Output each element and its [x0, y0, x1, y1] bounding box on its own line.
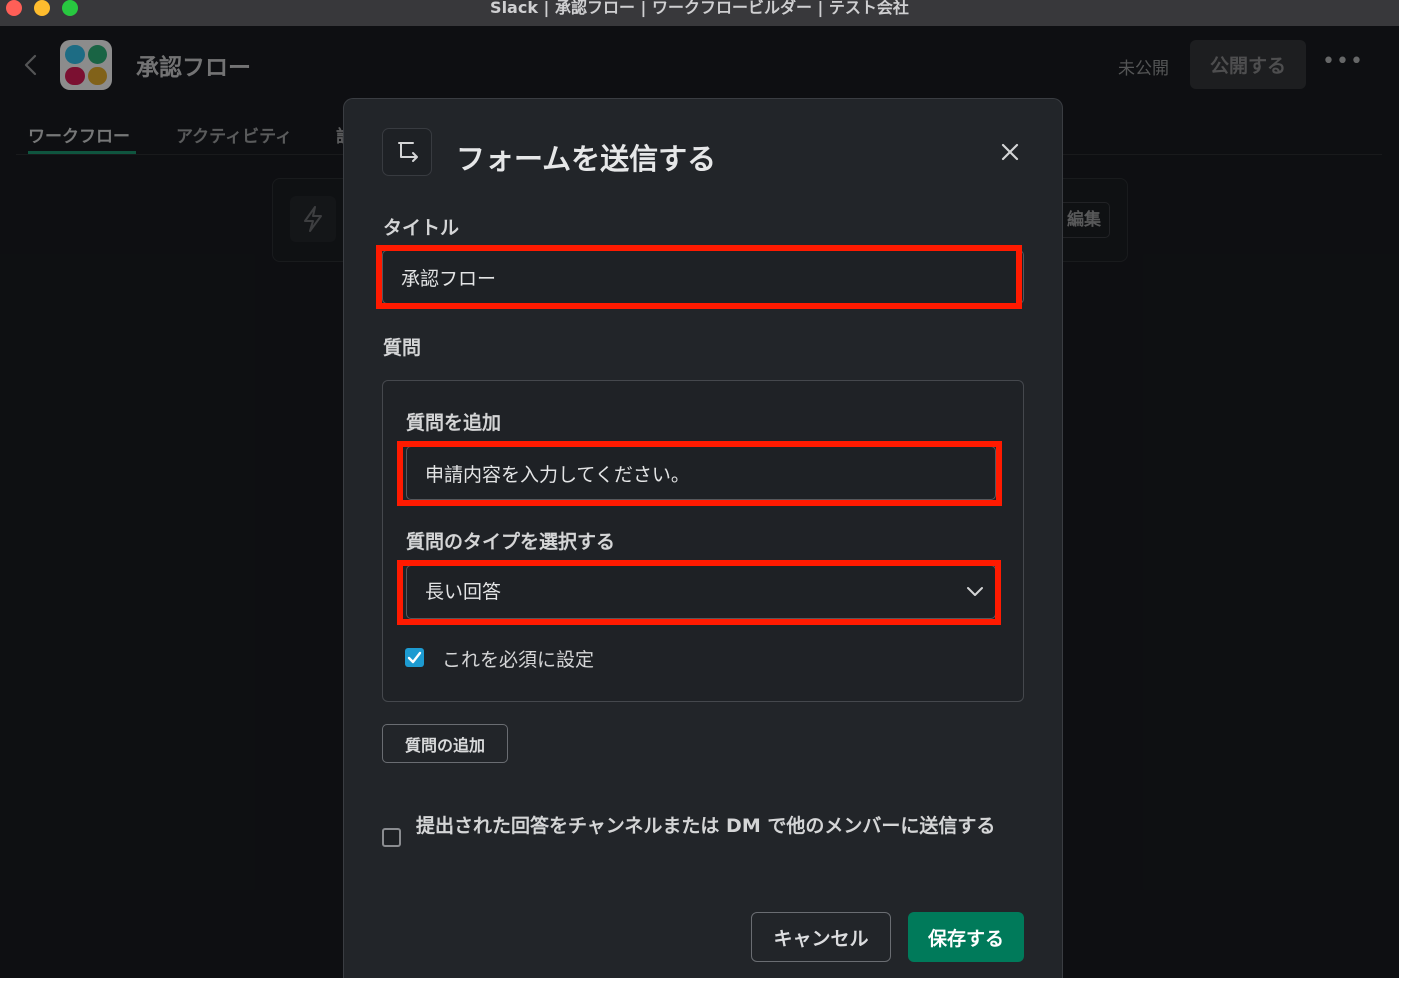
send-responses-checkbox[interactable] [382, 828, 401, 847]
cancel-button[interactable]: キャンセル [751, 912, 891, 962]
app-window: Slack | 承認フロー | ワークフロービルダー | テスト会社 承認フロー… [0, 0, 1399, 978]
question-type-value: 長い回答 [425, 581, 502, 603]
form-icon [382, 128, 432, 176]
send-responses-label: 提出された回答をチャンネルまたは DM で他のメンバーに送信する [416, 815, 996, 837]
close-icon[interactable] [994, 136, 1026, 168]
title-label: タイトル [383, 217, 460, 239]
question-type-select[interactable]: 長い回答 [406, 565, 996, 619]
window-title: Slack | 承認フロー | ワークフロービルダー | テスト会社 [490, 0, 909, 17]
question-input[interactable] [406, 446, 996, 500]
save-button[interactable]: 保存する [908, 912, 1024, 962]
question-type-label: 質問のタイプを選択する [406, 531, 616, 553]
title-bar: Slack | 承認フロー | ワークフロービルダー | テスト会社 [0, 0, 1399, 26]
chevron-down-icon [967, 587, 983, 596]
modal-title: フォームを送信する [456, 142, 717, 176]
required-checkbox-label: これを必須に設定 [442, 649, 595, 671]
required-checkbox[interactable] [405, 648, 424, 667]
add-question-button[interactable]: 質問の追加 [382, 724, 508, 763]
add-question-label: 質問を追加 [406, 412, 502, 434]
questions-label: 質問 [383, 337, 422, 359]
title-input[interactable] [382, 250, 1024, 304]
